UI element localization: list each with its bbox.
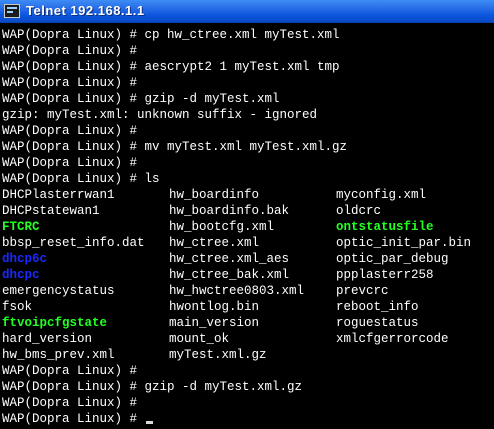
- terminal-line: WAP(Dopra Linux) #: [2, 76, 138, 90]
- file-name: reboot_info: [336, 300, 419, 314]
- file-name: ppplasterr258: [336, 268, 434, 282]
- file-name: hw_bootcfg.xml: [169, 220, 275, 234]
- listing-row: hw_bms_prev.xml myTest.xml.gz: [2, 347, 494, 363]
- file-name: hw_ctree.xml: [169, 236, 260, 250]
- file-name: emergencystatus: [2, 284, 115, 298]
- window-title: Telnet 192.168.1.1: [26, 3, 145, 18]
- file-name: DHCPstatewan1: [2, 204, 100, 218]
- file-name: hw_ctree_bak.xml: [169, 268, 290, 282]
- file-name: main_version: [169, 316, 260, 330]
- listing-row: hard_version mount_ok xmlcfgerrorcode: [2, 331, 494, 347]
- file-name: ontstatusfile: [336, 220, 434, 234]
- listing-row: dhcpc hw_ctree_bak.xml ppplasterr258: [2, 267, 494, 283]
- file-name: dhcpc: [2, 268, 40, 282]
- command-tail: WAP(Dopra Linux) # WAP(Dopra Linux) # gz…: [2, 363, 494, 427]
- file-name: bbsp_reset_info.dat: [2, 236, 145, 250]
- terminal-line: WAP(Dopra Linux) # mv myTest.xml myTest.…: [2, 140, 348, 154]
- terminal-output[interactable]: WAP(Dopra Linux) # cp hw_ctree.xml myTes…: [0, 23, 494, 429]
- command-history: WAP(Dopra Linux) # cp hw_ctree.xml myTes…: [2, 27, 494, 187]
- file-name: mount_ok: [169, 332, 230, 346]
- file-name: xmlcfgerrorcode: [336, 332, 449, 346]
- terminal-line: WAP(Dopra Linux) #: [2, 396, 138, 410]
- file-name: hw_boardinfo.bak: [169, 204, 290, 218]
- listing-row: dhcp6c hw_ctree.xml_aes optic_par_debug: [2, 251, 494, 267]
- terminal-line: WAP(Dopra Linux) #: [2, 124, 138, 138]
- file-name: hw_hwctree0803.xml: [169, 284, 305, 298]
- file-name: fsok: [2, 300, 33, 314]
- file-name: myconfig.xml: [336, 188, 427, 202]
- title-bar[interactable]: Telnet 192.168.1.1: [0, 0, 494, 23]
- listing-row: FTCRC hw_bootcfg.xml ontstatusfile: [2, 219, 494, 235]
- listing-row: ftvoipcfgstate main_version roguestatus: [2, 315, 494, 331]
- file-name: hard_version: [2, 332, 93, 346]
- terminal-line: WAP(Dopra Linux) # aescrypt2 1 myTest.xm…: [2, 60, 340, 74]
- terminal-line: WAP(Dopra Linux) #: [2, 156, 138, 170]
- telnet-window: Telnet 192.168.1.1 WAP(Dopra Linux) # cp…: [0, 0, 494, 429]
- file-name: FTCRC: [2, 220, 40, 234]
- file-name: hw_boardinfo: [169, 188, 260, 202]
- prompt-line[interactable]: WAP(Dopra Linux) #: [2, 411, 494, 427]
- listing-row: fsok hwontlog.bin reboot_info: [2, 299, 494, 315]
- file-name: DHCPlasterrwan1: [2, 188, 115, 202]
- terminal-line: WAP(Dopra Linux) #: [2, 364, 138, 378]
- file-listing: DHCPlasterrwan1 hw_boardinfo myconfig.xm…: [2, 187, 494, 363]
- file-name: hwontlog.bin: [169, 300, 260, 314]
- file-name: optic_init_par.bin: [336, 236, 472, 250]
- file-name: prevcrc: [336, 284, 389, 298]
- listing-row: bbsp_reset_info.dat hw_ctree.xml optic_i…: [2, 235, 494, 251]
- file-name: ftvoipcfgstate: [2, 316, 108, 330]
- terminal-icon[interactable]: [4, 4, 20, 18]
- text-cursor: [145, 421, 153, 424]
- terminal-line: gzip: myTest.xml: unknown suffix - ignor…: [2, 108, 318, 122]
- file-name: oldcrc: [336, 204, 382, 218]
- listing-row: emergencystatus hw_hwctree0803.xml prevc…: [2, 283, 494, 299]
- listing-row: DHCPlasterrwan1 hw_boardinfo myconfig.xm…: [2, 187, 494, 203]
- listing-row: DHCPstatewan1 hw_boardinfo.bak oldcrc: [2, 203, 494, 219]
- file-name: hw_bms_prev.xml: [2, 348, 115, 362]
- file-name: myTest.xml.gz: [169, 348, 267, 362]
- file-name: optic_par_debug: [336, 252, 449, 266]
- file-name: hw_ctree.xml_aes: [169, 252, 290, 266]
- terminal-line: WAP(Dopra Linux) # ls: [2, 172, 160, 186]
- terminal-line: WAP(Dopra Linux) # gzip -d myTest.xml: [2, 92, 280, 106]
- file-name: dhcp6c: [2, 252, 48, 266]
- terminal-line: WAP(Dopra Linux) # gzip -d myTest.xml.gz: [2, 380, 303, 394]
- terminal-line: WAP(Dopra Linux) #: [2, 44, 138, 58]
- file-name: roguestatus: [336, 316, 419, 330]
- terminal-line: WAP(Dopra Linux) # cp hw_ctree.xml myTes…: [2, 28, 340, 42]
